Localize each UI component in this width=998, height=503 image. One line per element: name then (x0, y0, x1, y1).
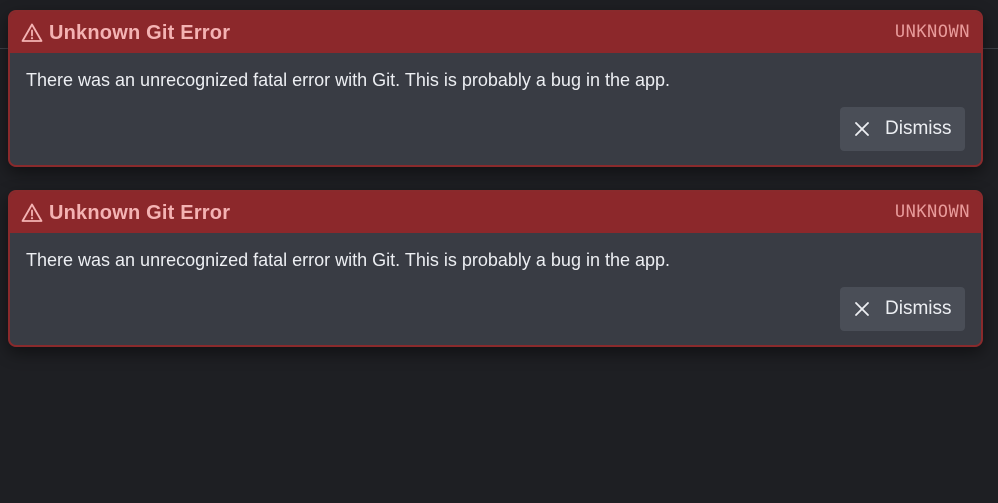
notification-header: Unknown Git Error UNKNOWN (10, 192, 981, 233)
close-icon (854, 121, 870, 137)
warning-icon (21, 202, 43, 224)
error-notification: Unknown Git Error UNKNOWN There was an u… (8, 190, 983, 347)
dismiss-label: Dismiss (885, 298, 952, 319)
notification-message: There was an unrecognized fatal error wi… (26, 250, 671, 270)
notification-title: Unknown Git Error (49, 202, 231, 224)
dismiss-button[interactable]: Dismiss (840, 287, 965, 331)
warning-icon (21, 22, 43, 44)
dismiss-label: Dismiss (885, 118, 952, 139)
notification-header: Unknown Git Error UNKNOWN (10, 12, 981, 53)
close-icon (854, 301, 870, 317)
notification-message: There was an unrecognized fatal error wi… (26, 70, 671, 90)
error-code: UNKNOWN (894, 202, 970, 222)
notification-title: Unknown Git Error (49, 22, 231, 44)
error-code: UNKNOWN (894, 22, 970, 42)
notification-stack: Unknown Git Error UNKNOWN There was an u… (8, 10, 983, 370)
dismiss-button[interactable]: Dismiss (840, 107, 965, 151)
error-notification: Unknown Git Error UNKNOWN There was an u… (8, 10, 983, 167)
